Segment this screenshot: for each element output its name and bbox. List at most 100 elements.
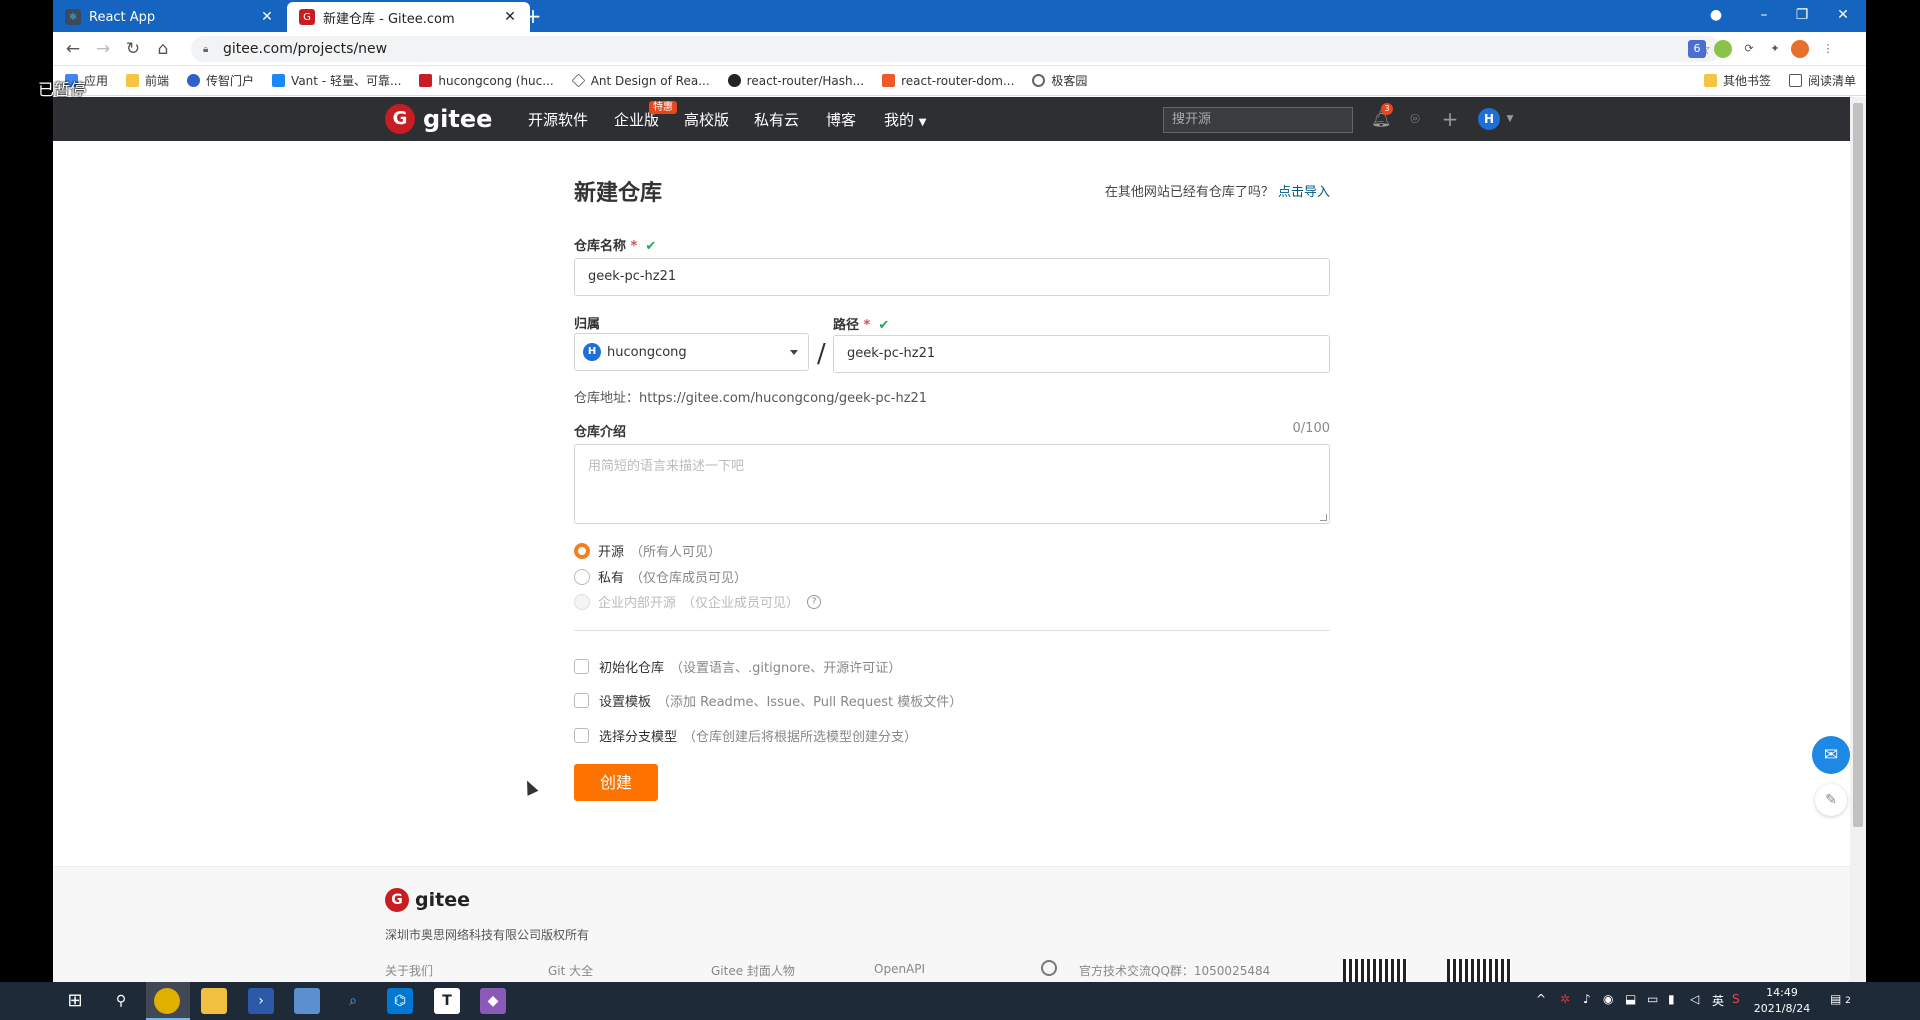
edit-feedback-icon[interactable]: ✎ <box>1815 784 1847 816</box>
repo-name-input[interactable]: geek-pc-hz21 <box>574 258 1330 296</box>
bookmark-react-router-dom[interactable]: react-router-dom... <box>882 74 1014 88</box>
plus-icon[interactable]: + <box>1440 109 1460 129</box>
url-field[interactable]: 🔒︎ gitee.com/projects/new ☆ <box>191 36 1721 62</box>
search-icon[interactable]: ⚲ <box>108 988 134 1014</box>
nav-private-cloud[interactable]: 私有云 <box>754 109 799 130</box>
chat-assistant-icon[interactable]: ✉ <box>1812 736 1850 774</box>
sogou-ime-icon[interactable]: S <box>1732 992 1740 1006</box>
close-icon[interactable]: ✕ <box>502 9 518 25</box>
page-scrollbar[interactable] <box>1850 97 1866 982</box>
taskbar: ⊞ ⚲ › ⌕ ⌬ T ◆ ^ ✲ ♪ ◉ ⬓ ▭ ▮ ◁ 英 S 14:49 … <box>0 982 1920 1020</box>
user-avatar[interactable]: H <box>1478 108 1500 130</box>
reading-list[interactable]: 阅读清单 <box>1788 72 1856 89</box>
import-link[interactable]: 点击导入 <box>1278 185 1330 200</box>
puzzle-icon[interactable]: ✦ <box>1766 40 1784 58</box>
globe-icon <box>1032 74 1046 87</box>
nav-open-source[interactable]: 开源软件 <box>528 109 588 130</box>
resize-handle-icon[interactable] <box>1320 514 1327 521</box>
create-button[interactable]: 创建 <box>574 764 658 801</box>
typora-icon[interactable]: T <box>434 988 460 1014</box>
bookmark-react-router-hash[interactable]: react-router/Hash... <box>727 74 864 88</box>
ime-indicator[interactable]: 英 <box>1712 992 1724 1009</box>
new-tab-button[interactable]: + <box>520 3 546 29</box>
more-menu-icon[interactable]: ⋮ <box>1819 40 1837 58</box>
scrollbar-thumb[interactable] <box>1853 103 1863 827</box>
radio-icon[interactable] <box>574 568 590 585</box>
nav-education[interactable]: 高校版 <box>684 109 729 130</box>
git-gui-icon[interactable]: ◆ <box>480 988 506 1014</box>
footer-link-git[interactable]: Git 大全 <box>548 962 593 979</box>
magnifier-app-icon[interactable]: ⌕ <box>340 988 366 1014</box>
intro-textarea[interactable]: 用简短的语言来描述一下吧 <box>574 444 1330 524</box>
tab-gitee-new-repo[interactable]: G 新建仓库 - Gitee.com ✕ <box>287 2 530 32</box>
path-input[interactable]: geek-pc-hz21 <box>833 335 1330 373</box>
vscode-icon[interactable]: ⌬ <box>387 988 413 1014</box>
footer-link-openapi[interactable]: OpenAPI <box>874 962 925 976</box>
help-icon[interactable]: ? <box>807 594 822 609</box>
restore-button[interactable]: ❐ <box>1779 0 1825 30</box>
notification-center-icon[interactable]: ▤ 2 <box>1830 992 1851 1006</box>
bookmark-other[interactable]: 其他书签 <box>1703 72 1771 89</box>
windows-start-icon[interactable]: ⊞ <box>62 988 88 1014</box>
file-explorer-icon[interactable] <box>201 988 227 1014</box>
location-icon[interactable]: ⌾ <box>1405 109 1425 129</box>
bookmark-label: 应用 <box>84 74 109 88</box>
required-marker: * <box>630 239 638 254</box>
close-icon[interactable]: ✕ <box>259 9 275 25</box>
bookmark-geekpark[interactable]: 极客园 <box>1032 72 1087 89</box>
tray-expand-icon[interactable]: ^ <box>1536 992 1546 1006</box>
option-branch-model[interactable]: 选择分支模型 （仓库创建后将根据所选模型创建分支） <box>574 726 917 745</box>
option-label: 设置模板 <box>599 695 652 710</box>
forward-icon[interactable]: → <box>91 37 115 61</box>
chevron-down-icon <box>790 350 798 355</box>
battery-icon[interactable]: ▮ <box>1668 992 1675 1006</box>
network-icon[interactable]: ▭ <box>1647 992 1658 1006</box>
visibility-private[interactable]: 私有 （仅仓库成员可见） <box>574 567 747 586</box>
checkbox-icon[interactable] <box>574 728 589 743</box>
profile-menu-icon[interactable]: ● <box>1693 0 1739 30</box>
bookmark-gitee-user[interactable]: hucongcong (huc... <box>419 74 554 88</box>
tab-react-app[interactable]: ⚛ React App ✕ <box>53 2 287 32</box>
chrome-icon[interactable] <box>154 988 180 1014</box>
volume-icon[interactable]: ◁ <box>1690 992 1699 1006</box>
footer-logo[interactable]: G gitee <box>385 888 470 912</box>
bookmark-label: Ant Design of Rea... <box>590 73 710 88</box>
search-input[interactable]: 搜开源 <box>1163 107 1353 133</box>
owner-select[interactable]: H hucongcong <box>574 333 809 371</box>
bookmark-itcast[interactable]: 传智门户 <box>187 72 254 89</box>
extension-sync-icon[interactable]: ⟳ <box>1740 40 1758 58</box>
option-template[interactable]: 设置模板 （添加 Readme、Issue、Pull Request 模板文件） <box>574 691 962 710</box>
footer-link-about[interactable]: 关于我们 <box>385 962 433 979</box>
radio-checked-icon[interactable] <box>574 542 590 559</box>
extension-icon[interactable]: 6 <box>1688 40 1706 58</box>
back-icon[interactable]: ← <box>61 37 85 61</box>
check-icon: ✔ <box>645 239 657 254</box>
tray-app-icon[interactable]: ⬓ <box>1625 992 1636 1006</box>
footer-link-cover[interactable]: Gitee 封面人物 <box>711 962 795 979</box>
app-icon[interactable] <box>294 988 320 1014</box>
chevron-down-icon: ▼ <box>918 117 927 128</box>
tray-app-icon[interactable]: ◉ <box>1603 992 1613 1006</box>
intro-counter: 0/100 <box>1292 421 1330 436</box>
nav-mine[interactable]: 我的 ▼ <box>884 109 927 130</box>
bookmark-vant[interactable]: Vant - 轻量、可靠... <box>272 72 401 89</box>
option-init-repo[interactable]: 初始化仓库 （设置语言、.gitignore、开源许可证） <box>574 657 901 676</box>
tray-app-icon[interactable]: ✲ <box>1560 992 1570 1006</box>
extension-green-icon[interactable] <box>1714 40 1732 58</box>
gitee-logo[interactable]: G gitee <box>385 104 492 134</box>
checkbox-icon[interactable] <box>574 693 589 708</box>
nav-blog[interactable]: 博客 <box>826 109 856 130</box>
bookmark-frontend[interactable]: 前端 <box>126 72 169 89</box>
checkbox-icon[interactable] <box>574 659 589 674</box>
close-window-button[interactable]: ✕ <box>1820 0 1866 30</box>
microphone-icon[interactable]: ♪ <box>1583 992 1591 1006</box>
powershell-icon[interactable]: › <box>248 988 274 1014</box>
reload-icon[interactable]: ↻ <box>121 37 145 61</box>
clock[interactable]: 14:49 2021/8/24 <box>1752 985 1812 1017</box>
visibility-public[interactable]: 开源 （所有人可见） <box>574 541 721 560</box>
home-icon[interactable]: ⌂ <box>151 37 175 61</box>
bookmark-antd[interactable]: Ant Design of Rea... <box>571 73 710 88</box>
profile-avatar-icon[interactable] <box>1791 40 1809 58</box>
chevron-down-icon[interactable]: ▼ <box>1500 109 1520 129</box>
enterprise-promo-badge: 特惠 <box>649 101 677 114</box>
